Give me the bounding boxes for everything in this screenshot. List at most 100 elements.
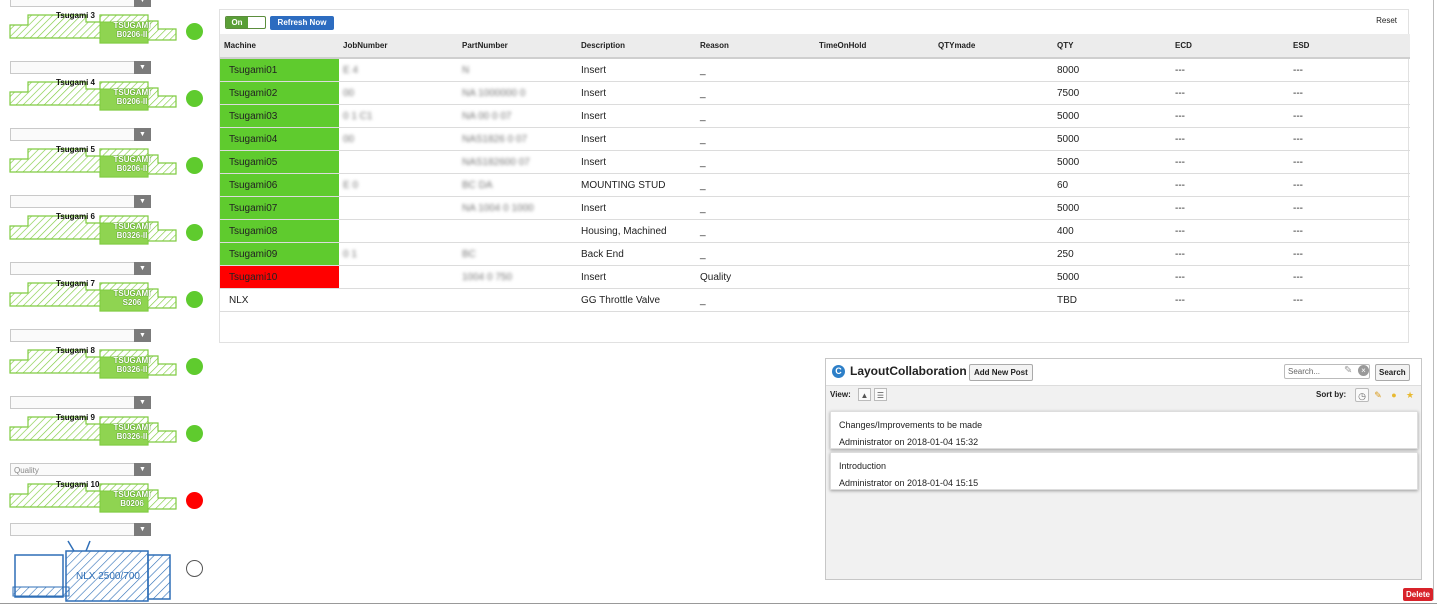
- table-header-row: Machine JobNumber PartNumber Description Rea…: [220, 34, 1410, 59]
- collab-title: LayoutCollaboration: [850, 364, 967, 378]
- table-cell-esd: ---: [1289, 219, 1410, 243]
- post-title[interactable]: Introduction: [839, 461, 886, 471]
- cell-value: 7500: [1057, 87, 1080, 99]
- cell-value: Tsugami06: [229, 179, 278, 191]
- chevron-down-icon: ▼: [134, 61, 151, 74]
- sort-by-date-icon[interactable]: ◷: [1355, 388, 1369, 402]
- machine-reason-select[interactable]: ▼: [10, 329, 151, 342]
- table-row[interactable]: Tsugami10 1004 0 750 Insert Quality 5000 ---…: [220, 265, 1410, 289]
- table-row[interactable]: Tsugami07 NA 1004 0 1000 Insert _ 5000 --- ---: [220, 196, 1410, 220]
- table-row[interactable]: Tsugami09 0 1 BC Back End _ 250 --- ---: [220, 242, 1410, 266]
- machine-tsugami-5[interactable]: ▼ Tsugami 5 TSUGAMI B0206-II: [8, 128, 213, 195]
- pencil-icon[interactable]: ✎: [1344, 365, 1352, 376]
- post-item[interactable]: Introduction Administrator on 2018-01-04…: [830, 452, 1418, 490]
- table-cell-esd: ---: [1289, 81, 1410, 105]
- table-row[interactable]: Tsugami08 Housing, Machined _ 400 --- ---: [220, 219, 1410, 243]
- refresh-now-button[interactable]: Refresh Now: [270, 16, 334, 30]
- machine-tsugami-9[interactable]: ▼ Tsugami 9 TSUGAMI B0326-II: [8, 396, 213, 463]
- cell-value: 0 1: [343, 248, 357, 260]
- table-cell-desc: Insert: [577, 127, 696, 151]
- cell-value: NA 1004 0 1000: [462, 202, 534, 214]
- machine-tsugami-6[interactable]: ▼ Tsugami 6 TSUGAMI B0326-II: [8, 195, 213, 262]
- table-row[interactable]: Tsugami04 00 NAS1826 0 07 Insert _ 5000 --- ---: [220, 127, 1410, 151]
- column-header[interactable]: Reason: [696, 34, 815, 59]
- cell-value: GG Throttle Valve: [581, 294, 661, 306]
- table-cell-esd: ---: [1289, 150, 1410, 174]
- column-header[interactable]: Machine: [220, 34, 339, 59]
- sort-by-rating-icon[interactable]: ★: [1403, 388, 1417, 402]
- user-view-icon[interactable]: ▲: [858, 388, 871, 401]
- cell-value: Tsugami02: [229, 87, 278, 99]
- table-cell-reason: _: [696, 196, 815, 220]
- table-row[interactable]: Tsugami06 E 0 BC DA MOUNTING STUD _ 60 --- ---: [220, 173, 1410, 197]
- machine-reason-select[interactable]: ▼: [10, 396, 151, 409]
- cell-value: 00: [343, 87, 355, 99]
- table-cell-qty: 250: [1053, 242, 1171, 266]
- machine-status-indicator: [186, 157, 203, 174]
- cell-value: ---: [1175, 110, 1185, 122]
- table-cell-made: [934, 219, 1053, 243]
- collab-search-button[interactable]: Search: [1375, 364, 1410, 381]
- machine-reason-select[interactable]: ▼: [10, 0, 151, 7]
- sort-by-edit-icon[interactable]: ✎: [1371, 388, 1385, 402]
- cell-value: Tsugami08: [229, 225, 278, 237]
- machine-tsugami-10[interactable]: Quality ▼ Tsugami 10 TSUGAMI B0206: [8, 463, 213, 530]
- table-cell-job: [339, 150, 458, 174]
- cell-value: ---: [1293, 110, 1303, 122]
- cell-value: Tsugami04: [229, 133, 278, 145]
- table-row[interactable]: NLX GG Throttle Valve _ TBD --- ---: [220, 288, 1410, 312]
- clear-search-icon[interactable]: ×: [1358, 365, 1369, 376]
- machine-reason-select[interactable]: ▼: [10, 61, 151, 74]
- add-new-post-button[interactable]: Add New Post: [969, 364, 1033, 381]
- cell-value: ---: [1293, 156, 1303, 168]
- machine-nlx[interactable]: ▼ NLX 2500/700: [8, 523, 213, 603]
- column-header[interactable]: JobNumber: [339, 34, 458, 59]
- table-row[interactable]: Tsugami02 00 NA 1000000 0 Insert _ 7500 --- ---: [220, 81, 1410, 105]
- machine-tsugami-4[interactable]: ▼ Tsugami 4 TSUGAMI B0206-II: [8, 61, 213, 128]
- machine-reason-select[interactable]: Quality ▼: [10, 463, 151, 476]
- column-header[interactable]: Description: [577, 34, 696, 59]
- delete-button[interactable]: Delete: [1403, 588, 1433, 601]
- machine-reason-select[interactable]: ▼: [10, 262, 151, 275]
- machine-reason-select[interactable]: ▼: [10, 195, 151, 208]
- column-header[interactable]: TimeOnHold: [815, 34, 934, 59]
- machine-tsugami-7[interactable]: ▼ Tsugami 7 TSUGAMI S206: [8, 262, 213, 329]
- machine-reason-select[interactable]: ▼: [10, 128, 151, 141]
- table-cell-ecd: ---: [1171, 196, 1289, 220]
- collab-logo-icon: C: [832, 365, 845, 378]
- cell-value: BC: [462, 248, 476, 260]
- sort-by-comments-icon[interactable]: ●: [1387, 388, 1401, 402]
- machine-name: Tsugami 8: [56, 346, 95, 355]
- machine-tsugami-3[interactable]: ▼ Tsugami 3 TSUGAMI B0206-II: [8, 0, 213, 61]
- cell-value: 0 1 C1: [343, 110, 373, 122]
- sort-by-label: Sort by:: [1316, 390, 1347, 399]
- cell-value: TBD: [1057, 294, 1077, 306]
- cell-value: Tsugami01: [229, 64, 278, 76]
- post-title[interactable]: Changes/Improvements to be made: [839, 420, 982, 430]
- post-item[interactable]: Changes/Improvements to be made Administ…: [830, 411, 1418, 449]
- column-header[interactable]: ESD: [1289, 34, 1410, 59]
- chevron-down-icon: ▼: [134, 262, 151, 275]
- auto-refresh-toggle[interactable]: On: [225, 16, 266, 29]
- list-view-icon[interactable]: ☰: [874, 388, 887, 401]
- column-header[interactable]: QTY: [1053, 34, 1171, 59]
- table-cell-made: [934, 104, 1053, 128]
- table-cell-hold: [815, 173, 934, 197]
- cell-value: Tsugami05: [229, 156, 278, 168]
- table-cell-desc: Insert: [577, 265, 696, 289]
- table-row[interactable]: Tsugami03 0 1 C1 NA 00 0 07 Insert _ 5000 --- -…: [220, 104, 1410, 128]
- table-row[interactable]: Tsugami01 E 4 N Insert _ 8000 --- ---: [220, 58, 1410, 82]
- table-cell-reason: _: [696, 219, 815, 243]
- chevron-down-icon: ▼: [134, 396, 151, 409]
- column-header[interactable]: ECD: [1171, 34, 1289, 59]
- table-cell-ecd: ---: [1171, 173, 1289, 197]
- machine-tsugami-8[interactable]: ▼ Tsugami 8 TSUGAMI B0326-II: [8, 329, 213, 396]
- table-cell-part: 1004 0 750: [458, 265, 577, 289]
- table-row[interactable]: Tsugami05 NAS182600 07 Insert _ 5000 --- ---: [220, 150, 1410, 174]
- table-cell-made: [934, 150, 1053, 174]
- column-header[interactable]: QTYmade: [934, 34, 1053, 59]
- table-cell-hold: [815, 150, 934, 174]
- column-header[interactable]: PartNumber: [458, 34, 577, 59]
- table-cell-hold: [815, 242, 934, 266]
- reset-link[interactable]: Reset: [1376, 16, 1397, 25]
